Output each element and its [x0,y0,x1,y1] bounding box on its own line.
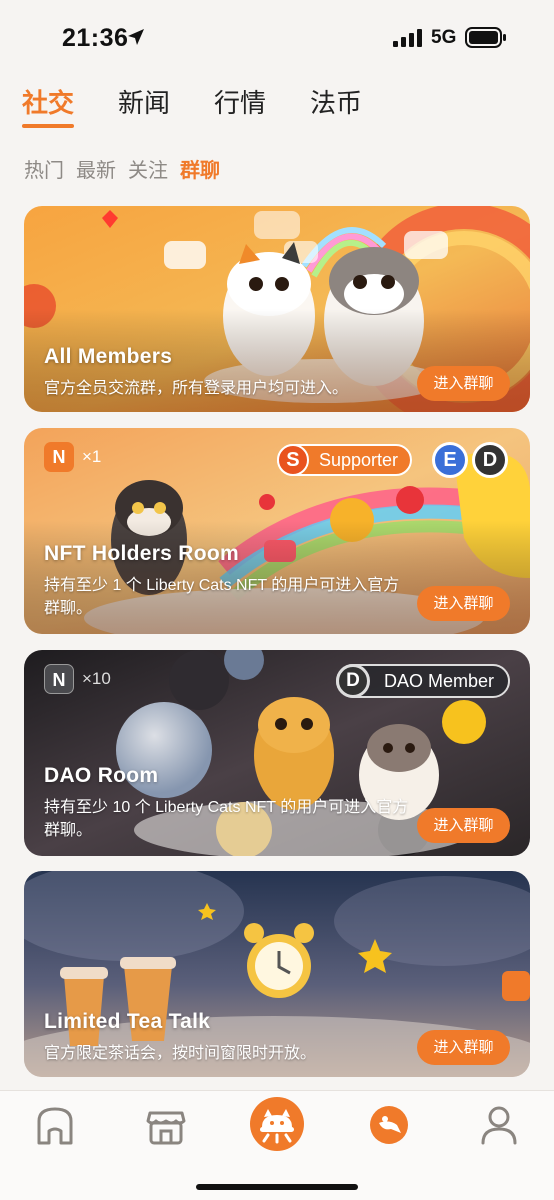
home-indicator [196,1184,358,1190]
room-title: DAO Room [44,764,159,787]
room-description: 持有至少 1 个 Liberty Cats NFT 的用户可进入官方群聊。 [44,577,400,617]
subtab-hot[interactable]: 热门 [24,154,64,183]
room-card-nft-holders[interactable]: N ×1 S Supporter E D NFT Holders Room 持有… [24,428,530,634]
tab-news[interactable]: 新闻 [118,86,170,126]
dao-member-badge: D DAO Member [335,664,510,698]
level-e-badge: E [432,442,468,478]
enter-group-button[interactable]: 进入群聊 [417,366,510,401]
status-time: 21:36 [62,24,129,52]
room-description: 官方限定茶话会，按时间窗限时开放。 [44,1045,317,1062]
nft-badge: N [44,664,74,694]
enter-group-button[interactable]: 进入群聊 [417,1030,510,1065]
network-label: 5G [431,27,457,48]
store-icon[interactable] [142,1101,190,1149]
nft-count: ×10 [82,669,111,688]
room-card-all-members[interactable]: All Members 官方全员交流群，所有登录用户均可进入。 进入群聊 [24,206,530,412]
room-description: 官方全员交流群，所有登录用户均可进入。 [44,380,349,397]
nft-count: ×1 [82,447,102,466]
enter-group-button[interactable]: 进入群聊 [417,808,510,843]
dao-label: DAO Member [383,671,494,691]
signal-icon [393,29,422,47]
profile-icon[interactable] [475,1101,523,1149]
enter-group-button[interactable]: 进入群聊 [417,586,510,621]
sub-tabs: 热门 最新 关注 群聊 [24,154,232,183]
main-tabs: 社交 新闻 行情 法币 [22,86,406,136]
room-title: All Members [44,345,173,368]
room-card-tea-talk[interactable]: Limited Tea Talk 官方限定茶话会，按时间窗限时开放。 进入群聊 [24,871,530,1077]
subtab-group-chat[interactable]: 群聊 [180,154,220,183]
cat-center-icon[interactable] [250,1097,304,1151]
supporter-badge: S Supporter [276,444,412,476]
tab-fiat[interactable]: 法币 [310,86,362,126]
subtab-following[interactable]: 关注 [128,154,168,183]
room-title: NFT Holders Room [44,542,239,565]
supporter-label: Supporter [318,450,398,470]
level-d-badge: D [472,442,508,478]
chat-planet-icon[interactable] [365,1101,413,1149]
supporter-letter: S [276,444,309,476]
home-icon[interactable] [31,1101,79,1149]
room-description: 持有至少 10 个 Liberty Cats NFT 的用户可进入官方群聊。 [44,799,409,839]
nft-badge: N [44,442,74,472]
room-card-dao[interactable]: N ×10 D DAO Member DAO Room 持有至少 10 个 Li… [24,650,530,856]
room-title: Limited Tea Talk [44,1010,211,1033]
battery-icon [465,27,506,48]
dao-letter: D [335,664,370,698]
subtab-latest[interactable]: 最新 [76,154,116,183]
tab-social[interactable]: 社交 [22,86,75,128]
status-bar: 21:36 5G [0,0,554,76]
tab-market[interactable]: 行情 [214,86,266,126]
location-arrow-icon [128,29,144,45]
